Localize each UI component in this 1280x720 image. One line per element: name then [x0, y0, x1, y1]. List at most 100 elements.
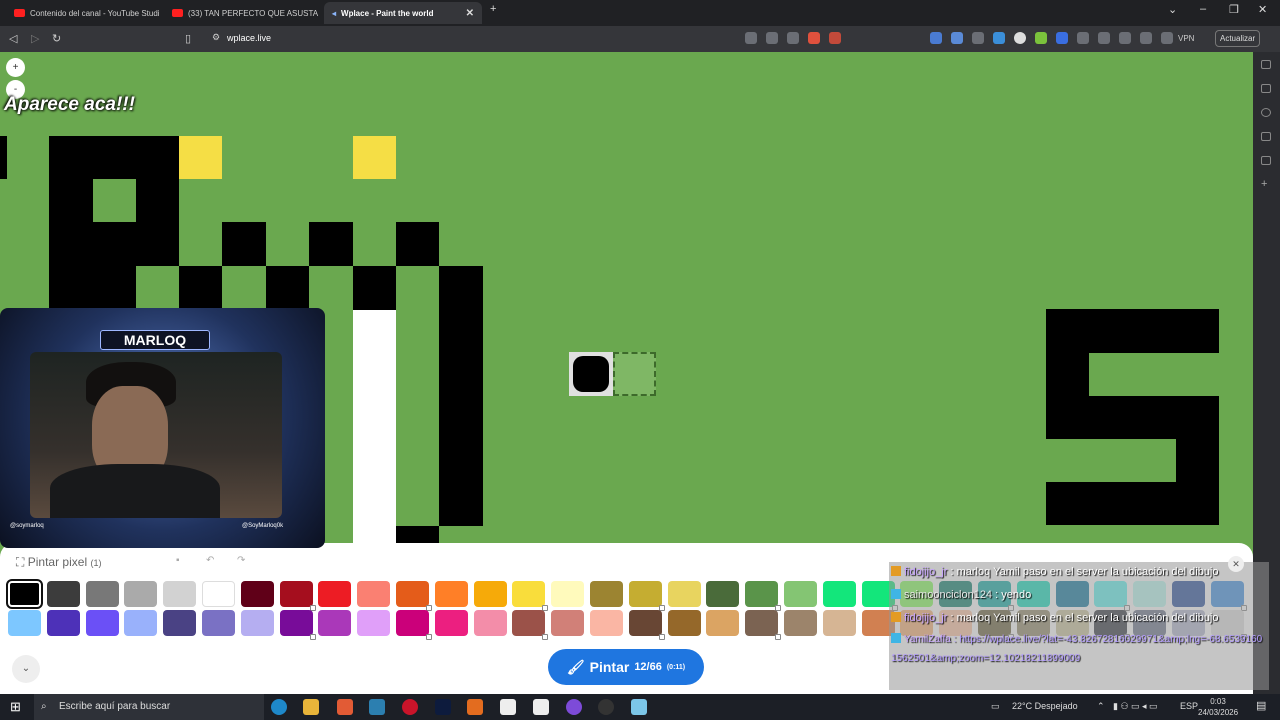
taskbar-search[interactable]: ⌕ Escribe aquí para buscar — [34, 694, 264, 720]
back-icon[interactable]: ◁ — [9, 32, 17, 45]
update-button[interactable]: Actualizar — [1215, 30, 1261, 47]
brave-shield-icon[interactable] — [808, 32, 820, 44]
extension-icon[interactable] — [972, 32, 984, 44]
extension-icon[interactable] — [951, 32, 963, 44]
close-panel-icon[interactable]: ✕ — [1228, 556, 1244, 572]
windows-start-icon[interactable]: ⊞ — [10, 699, 21, 715]
sidebar-icon[interactable] — [1261, 156, 1271, 165]
color-swatch[interactable] — [85, 610, 119, 636]
capcut-icon[interactable] — [533, 699, 549, 715]
collapse-panel-button[interactable]: ⌄ — [12, 655, 40, 683]
sidebar-icon[interactable] — [1261, 60, 1271, 69]
forward-icon[interactable]: ▷ — [31, 32, 39, 45]
color-swatch[interactable] — [745, 610, 782, 640]
color-swatch[interactable] — [240, 610, 274, 636]
app-icon[interactable] — [598, 699, 614, 715]
color-swatch[interactable] — [822, 610, 856, 636]
folder-icon[interactable] — [303, 699, 319, 715]
language-indicator[interactable]: ESP — [1180, 701, 1198, 711]
tray-chevron-icon[interactable]: ⌃ — [1097, 701, 1105, 712]
expand-icon[interactable]: ⛶ — [16, 555, 24, 569]
sidebar-icon[interactable] — [1261, 108, 1271, 117]
color-swatch[interactable] — [46, 610, 80, 636]
color-swatch[interactable] — [163, 581, 197, 607]
notification-icon[interactable]: ▤ — [1256, 699, 1266, 712]
site-info-icon[interactable]: ⚙ — [212, 32, 220, 43]
vegas-icon[interactable] — [369, 699, 385, 715]
color-swatch[interactable] — [434, 610, 468, 636]
wallet-icon[interactable] — [1161, 32, 1173, 44]
color-swatch[interactable] — [706, 581, 740, 607]
weather-text[interactable]: 22°C Despejado — [1012, 701, 1078, 711]
extension-icon[interactable] — [1035, 32, 1047, 44]
color-swatch[interactable] — [784, 581, 817, 607]
color-swatch[interactable] — [434, 581, 468, 607]
undo-icon[interactable]: ↶ — [206, 555, 214, 566]
color-swatch[interactable] — [279, 610, 316, 640]
pixel-selection-cursor[interactable] — [613, 352, 656, 396]
color-swatch[interactable] — [590, 581, 623, 607]
music-icon[interactable] — [1098, 32, 1110, 44]
color-swatch[interactable] — [357, 581, 391, 607]
vpn-button[interactable]: VPN — [1178, 34, 1194, 43]
color-swatch[interactable] — [628, 581, 665, 611]
paint-button[interactable]: 🖌 Pintar 12/66 (0:11) — [548, 649, 704, 685]
weather-icon[interactable]: ▭ — [991, 701, 1000, 712]
color-swatch[interactable] — [745, 581, 782, 611]
color-swatch[interactable] — [590, 610, 623, 636]
new-tab-icon[interactable]: + — [490, 3, 496, 15]
capcut-icon[interactable] — [500, 699, 516, 715]
color-swatch[interactable] — [473, 610, 507, 636]
translate-icon[interactable] — [766, 32, 778, 44]
reload-icon[interactable]: ↻ — [52, 32, 61, 45]
close-window-icon[interactable]: ✕ — [1258, 3, 1267, 16]
color-swatch[interactable] — [318, 610, 352, 636]
color-swatch[interactable] — [6, 579, 43, 609]
color-swatch[interactable] — [202, 610, 235, 636]
color-swatch[interactable] — [784, 610, 817, 636]
add-sidebar-icon[interactable]: + — [1261, 179, 1271, 190]
fl-studio-icon[interactable] — [467, 699, 483, 715]
color-swatch[interactable] — [706, 610, 740, 636]
color-swatch[interactable] — [396, 581, 432, 611]
sidebar-icon[interactable] — [1261, 84, 1271, 93]
color-swatch[interactable] — [163, 610, 197, 636]
color-swatch[interactable] — [202, 581, 235, 607]
bookmark-icon[interactable]: ▯ — [185, 32, 191, 45]
color-swatch[interactable] — [512, 581, 549, 611]
color-swatch[interactable] — [279, 581, 316, 611]
color-swatch[interactable] — [124, 610, 158, 636]
tab-wplace[interactable]: ◂ Wplace - Paint the world ✕ — [324, 2, 482, 24]
tab-youtube-studio[interactable]: Contenido del canal - YouTube Studi — [6, 2, 162, 24]
app-icon[interactable] — [631, 699, 647, 715]
color-swatch[interactable] — [473, 581, 507, 607]
screen-icon[interactable] — [745, 32, 757, 44]
color-swatch[interactable] — [551, 581, 585, 607]
rewards-icon[interactable] — [829, 32, 841, 44]
color-swatch[interactable] — [822, 581, 856, 607]
brave-icon[interactable] — [337, 699, 353, 715]
color-swatch[interactable] — [124, 581, 158, 607]
color-swatch[interactable] — [240, 581, 274, 607]
maximize-icon[interactable]: ❐ — [1229, 3, 1239, 16]
color-swatch[interactable] — [46, 581, 80, 607]
color-swatch[interactable] — [667, 581, 701, 607]
extension-icon[interactable] — [1014, 32, 1026, 44]
share-icon[interactable] — [787, 32, 799, 44]
edge-icon[interactable] — [271, 699, 287, 715]
extension-icon[interactable] — [993, 32, 1005, 44]
url-field[interactable]: wplace.live — [227, 33, 271, 43]
tab-search-icon[interactable]: ⌄ — [1168, 3, 1177, 16]
color-swatch[interactable] — [396, 610, 432, 640]
color-swatch[interactable] — [512, 610, 549, 640]
color-swatch[interactable] — [357, 610, 391, 636]
minimize-icon[interactable]: – — [1200, 3, 1206, 15]
zoom-in-button[interactable]: + — [6, 58, 25, 77]
close-tab-icon[interactable]: ✕ — [466, 8, 474, 19]
redo-icon[interactable]: ↷ — [237, 555, 245, 566]
extension-icon[interactable] — [930, 32, 942, 44]
sidebar-icon[interactable] — [1140, 32, 1152, 44]
color-swatch[interactable] — [85, 581, 119, 607]
color-swatch[interactable] — [628, 610, 665, 640]
reading-list-icon[interactable] — [1119, 32, 1131, 44]
